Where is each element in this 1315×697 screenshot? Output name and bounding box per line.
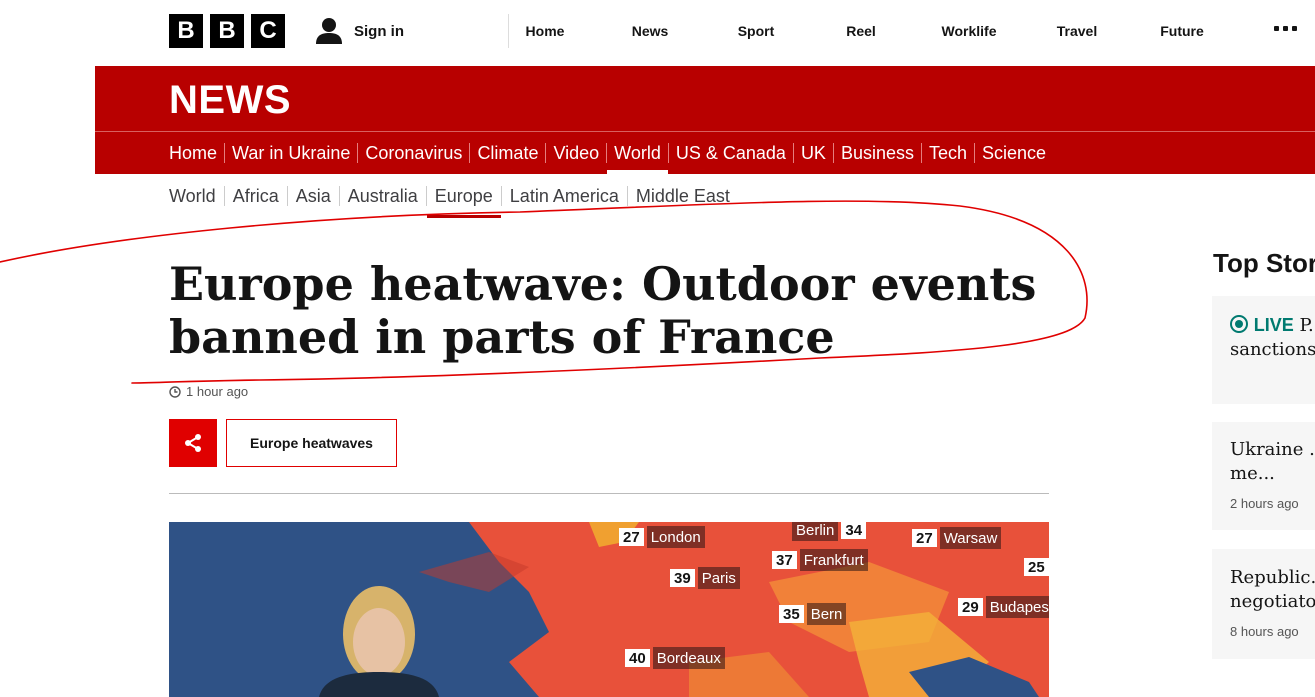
user-icon <box>316 18 342 44</box>
top-nav-home[interactable]: Home <box>509 14 581 48</box>
weather-map-image: 27 London Berlin 34 27 Warsaw 37 Frankfu… <box>169 522 1049 697</box>
map-city: Budapest <box>985 596 1049 618</box>
top-story-title: Ukraine ... to EU me... <box>1230 439 1315 484</box>
news-nav-world[interactable]: World <box>606 143 668 174</box>
share-button[interactable] <box>169 419 217 467</box>
top-story-title: LIVE P... and thou... sanctions <box>1230 313 1315 362</box>
map-label-bordeaux: 40 Bordeaux <box>625 647 725 669</box>
map-temp: 27 <box>912 529 937 547</box>
news-nav: Home War in Ukraine Coronavirus Climate … <box>169 132 1053 174</box>
map-temp: 39 <box>670 569 695 587</box>
top-nav-travel[interactable]: Travel <box>1009 14 1145 48</box>
news-nav-business[interactable]: Business <box>832 143 921 163</box>
top-nav-future[interactable]: Future <box>1145 14 1219 48</box>
article-headline: Europe heatwave: Outdoor events banned i… <box>169 257 1037 364</box>
top-story-time: 8 hours ago <box>1230 624 1299 639</box>
map-city: Bordeaux <box>652 647 725 669</box>
map-label-berlin: Berlin 34 <box>792 522 869 541</box>
news-header: NEWS Home War in Ukraine Coronavirus Cli… <box>95 66 1315 174</box>
map-label-paris: 39 Paris <box>670 567 740 589</box>
map-temp: 27 <box>619 528 644 546</box>
map-label-bern: 35 Bern <box>779 603 847 625</box>
news-nav-home[interactable]: Home <box>169 143 224 163</box>
top-story-card[interactable]: LIVE P... and thou... sanctions <box>1212 296 1315 404</box>
map-city: Frankfurt <box>799 549 868 571</box>
sub-nav-middle-east[interactable]: Middle East <box>626 186 738 206</box>
sub-nav-latin-america[interactable]: Latin America <box>500 186 627 206</box>
map-city: Berlin <box>792 522 839 541</box>
news-nav-video[interactable]: Video <box>545 143 606 163</box>
sub-nav-africa[interactable]: Africa <box>223 186 287 206</box>
map-temp: 25 <box>1024 558 1049 576</box>
topic-tag-button[interactable]: Europe heatwaves <box>226 419 397 467</box>
top-stories-heading: Top Stories <box>1213 248 1315 278</box>
top-nav-reel[interactable]: Reel <box>793 14 929 48</box>
top-story-card[interactable]: Ukraine ... to EU me... 2 hours ago <box>1212 422 1315 530</box>
sub-nav-australia[interactable]: Australia <box>338 186 426 206</box>
map-label-london: 27 London <box>619 526 705 548</box>
map-city: Paris <box>697 567 740 589</box>
share-icon <box>185 434 201 452</box>
top-story-time: 2 hours ago <box>1230 496 1299 511</box>
map-label-budapest: 29 Budapest <box>958 596 1049 618</box>
article-divider <box>169 493 1049 494</box>
timestamp-text: 1 hour ago <box>186 384 249 399</box>
bbc-logo-letter: B <box>210 14 244 48</box>
map-city: London <box>646 526 705 548</box>
sign-in-link[interactable]: Sign in <box>314 17 404 45</box>
map-label-frankfurt: 37 Frankfurt <box>772 549 868 571</box>
top-story-title: Republic... negotiato... <box>1230 567 1315 612</box>
bbc-logo-letter: C <box>251 14 285 48</box>
top-story-card[interactable]: Republic... negotiato... 8 hours ago <box>1212 549 1315 659</box>
sign-in-label: Sign in <box>354 22 404 40</box>
map-label-warsaw: 27 Warsaw <box>912 527 1002 549</box>
map-city: Bern <box>806 603 847 625</box>
news-nav-coronavirus[interactable]: Coronavirus <box>357 143 469 163</box>
news-nav-tech[interactable]: Tech <box>921 143 974 163</box>
map-label-east: 25 <box>1024 556 1049 578</box>
news-title[interactable]: NEWS <box>169 78 291 123</box>
clock-icon <box>169 385 181 398</box>
map-temp: 29 <box>958 598 983 616</box>
map-city: Warsaw <box>939 527 1002 549</box>
sub-nav-world[interactable]: World <box>169 186 224 206</box>
bbc-top-bar: B B C Sign in Home News Sport Reel Workl… <box>0 0 1315 64</box>
news-nav-war-in-ukraine[interactable]: War in Ukraine <box>224 143 357 163</box>
map-temp: 37 <box>772 551 797 569</box>
top-nav-news[interactable]: News <box>581 14 719 48</box>
news-nav-climate[interactable]: Climate <box>469 143 545 163</box>
news-nav-uk[interactable]: UK <box>792 143 833 163</box>
bbc-logo[interactable]: B B C <box>169 14 285 48</box>
sub-nav-europe[interactable]: Europe <box>425 186 501 218</box>
live-icon <box>1230 315 1248 333</box>
top-nav: Home News Sport Reel Worklife Travel Fut… <box>508 14 1219 48</box>
more-menu-icon[interactable] <box>1274 26 1297 31</box>
world-sub-nav: World Africa Asia Australia Europe Latin… <box>169 184 738 218</box>
bbc-logo-letter: B <box>169 14 203 48</box>
top-nav-sport[interactable]: Sport <box>719 14 793 48</box>
sub-nav-asia[interactable]: Asia <box>286 186 339 206</box>
news-nav-us-canada[interactable]: US & Canada <box>667 143 793 163</box>
article-timestamp: 1 hour ago <box>169 384 248 399</box>
top-nav-worklife[interactable]: Worklife <box>929 14 1009 48</box>
live-badge: LIVE <box>1253 315 1294 335</box>
map-temp: 35 <box>779 605 804 623</box>
map-temp: 34 <box>841 522 867 539</box>
news-nav-science[interactable]: Science <box>974 143 1053 163</box>
map-temp: 40 <box>625 649 650 667</box>
